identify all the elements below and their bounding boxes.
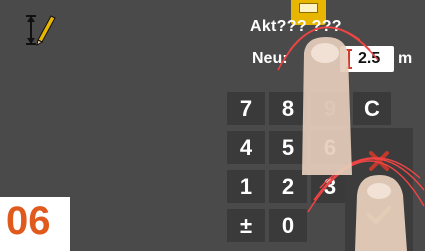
- height-measure-edit-icon[interactable]: [18, 10, 58, 50]
- new-value-text: 2.5: [358, 50, 381, 67]
- key-4[interactable]: 4: [227, 131, 265, 164]
- current-value-label: Akt??? ???: [250, 18, 342, 35]
- step-badge: 06: [0, 197, 70, 251]
- key-0[interactable]: 0: [269, 209, 307, 242]
- new-value-label: Neu:: [252, 50, 288, 67]
- key-plus-minus[interactable]: ±: [227, 209, 265, 242]
- unit-label: m: [398, 50, 413, 67]
- key-1[interactable]: 1: [227, 170, 265, 203]
- key-7[interactable]: 7: [227, 92, 265, 125]
- step-number: 06: [6, 199, 51, 243]
- touch-finger-icon: [302, 37, 352, 175]
- top-handle-inner: [299, 3, 318, 13]
- touch-finger-icon: [355, 175, 407, 251]
